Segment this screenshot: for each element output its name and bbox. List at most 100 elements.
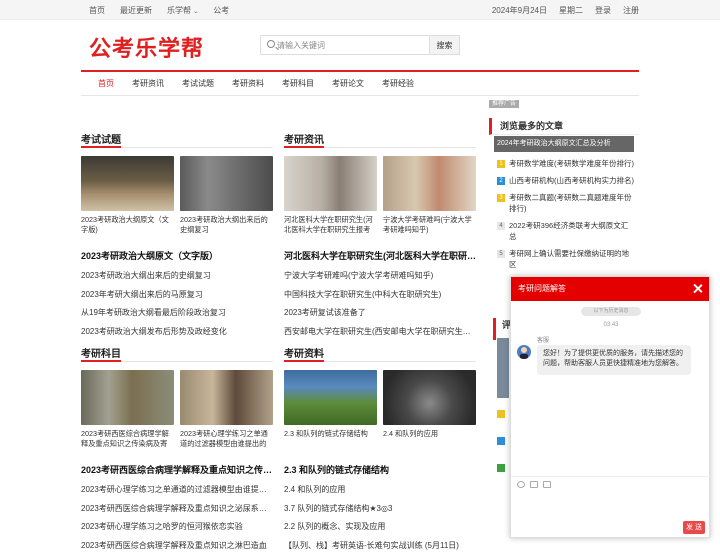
- nav-news[interactable]: 考研资讯: [123, 72, 173, 95]
- weekday-text: 星期二: [559, 5, 583, 16]
- lead-article[interactable]: 2023考研西医综合病理学解释及重点知识之传染病及寄: [81, 463, 273, 476]
- lead-article[interactable]: 河北医科大学在职研究生(河北医科大学在职研究生报考: [284, 249, 476, 262]
- history-link[interactable]: 以下为历史消息: [581, 307, 641, 316]
- list-item[interactable]: 2023考研政治大纲发布后形势及政经变化: [81, 323, 273, 342]
- site-logo[interactable]: 公考乐学帮: [89, 31, 204, 63]
- article-card[interactable]: 2.3 和队列的链式存储结构: [284, 370, 377, 449]
- nav-materials[interactable]: 考研资料: [223, 72, 273, 95]
- article-thumbnail[interactable]: [284, 156, 377, 211]
- chat-timestamp: 03:43: [511, 322, 711, 328]
- sidebar-item-label: 考研数学难度(考研数学难度年份排行): [509, 158, 634, 169]
- article-caption[interactable]: 宁波大学考研难吗(宁波大学考研难吗知乎): [383, 215, 476, 235]
- list-item[interactable]: 2023考研西医综合病理学解释及重点知识之泌尿系统疾病: [81, 500, 273, 519]
- article-thumbnail[interactable]: [383, 370, 476, 425]
- list-item[interactable]: 3.7 队列的链式存储结构★3◎3: [284, 500, 476, 519]
- nav-home[interactable]: 首页: [89, 72, 123, 95]
- list-item[interactable]: 2023考研西医综合病理学解释及重点知识之淋巴造血: [81, 537, 273, 555]
- article-card[interactable]: 2023考研西医综合病理学解释及重点知识之传染病及寄: [81, 370, 174, 449]
- list-item[interactable]: 2.4 和队列的应用: [284, 481, 476, 500]
- nav-subjects[interactable]: 考研科目: [273, 72, 323, 95]
- date-text: 2024年9月24日: [492, 5, 547, 16]
- main-nav: 首页 考研资讯 考试试题 考研资料 考研科目 考研论文 考研经验: [81, 70, 639, 96]
- topbar-link-recent[interactable]: 最近更新: [120, 5, 152, 16]
- section-title[interactable]: 考研资讯: [284, 129, 476, 148]
- list-item[interactable]: 西安邮电大学在职研究生(西安邮电大学在职研究生报考: [284, 323, 476, 342]
- list-item[interactable]: 2023考研政治大纲出来后的史纲复习: [81, 267, 273, 286]
- lead-article[interactable]: 2023考研政治大纲原文（文字版）: [81, 249, 273, 262]
- rank-badge: 5: [497, 250, 505, 258]
- sidebar-item[interactable]: 3考研数二真题(考研数二真题难度年份排行): [497, 192, 639, 214]
- article-caption[interactable]: 2023考研政治大纲出来后的史纲复习: [180, 215, 273, 235]
- list-item[interactable]: 2023年考研大纲出来后的马原复习: [81, 286, 273, 305]
- section-title[interactable]: 考研资料: [284, 343, 476, 362]
- article-thumbnail[interactable]: [81, 156, 174, 211]
- article-thumbnail[interactable]: [180, 156, 273, 211]
- article-thumbnail[interactable]: [81, 370, 174, 425]
- rank-badge: [497, 410, 505, 418]
- emoji-icon[interactable]: [517, 481, 525, 488]
- article-thumbnail[interactable]: [284, 370, 377, 425]
- avatar: [517, 345, 531, 359]
- sidebar-item-label: 山西考研机构(山西考研机构实力排名): [509, 175, 634, 186]
- article-caption[interactable]: 2.4 和队列的应用: [383, 429, 476, 449]
- nav-exams[interactable]: 考试试题: [173, 72, 223, 95]
- list-item[interactable]: 【队列、栈】考研英语-长难句实战训练 (5月11日): [284, 537, 476, 555]
- sidebar-item-label: 考研数二真题(考研数二真题难度年份排行): [509, 192, 634, 214]
- article-card[interactable]: 2.4 和队列的应用: [383, 370, 476, 449]
- close-icon[interactable]: [693, 283, 703, 293]
- sidebar-item[interactable]: 2山西考研机构(山西考研机构实力排名): [497, 175, 639, 186]
- article-card[interactable]: 2023考研政治大纲出来后的史纲复习: [180, 156, 273, 235]
- article-thumbnail[interactable]: [180, 370, 273, 425]
- image-icon[interactable]: [530, 481, 538, 488]
- search-input[interactable]: [277, 38, 427, 52]
- topbar-link-gongkao[interactable]: 公考: [213, 5, 229, 16]
- chevron-down-icon: ⌄: [193, 9, 198, 15]
- section-title[interactable]: 考研科目: [81, 343, 273, 362]
- list-item[interactable]: 从19年考研政治大纲看最后阶段政治复习: [81, 304, 273, 323]
- article-card[interactable]: 宁波大学考研难吗(宁波大学考研难吗知乎): [383, 156, 476, 235]
- rank-badge: 4: [497, 222, 505, 230]
- send-button[interactable]: 发 送: [683, 521, 705, 534]
- article-caption[interactable]: 2023考研心理学练习之单通道的过滤器模型由谁提出的: [180, 429, 273, 449]
- topbar-link-home[interactable]: 首页: [89, 5, 105, 16]
- search-button[interactable]: 搜索: [430, 35, 460, 55]
- sidebar-item[interactable]: 42022考研396经济类联考大纲原文汇总: [497, 220, 639, 242]
- list-item[interactable]: 2023考研复试该准备了: [284, 304, 476, 323]
- sidebar-item-label: 考研网上确认需要社保缴纳证明的地区: [509, 248, 634, 270]
- list-item[interactable]: 2.2 队列的概念、实现及应用: [284, 518, 476, 537]
- nav-experience[interactable]: 考研经验: [373, 72, 423, 95]
- sidebar-popular: 浏览最多的文章 2024年考研政治大纲原文汇总及分析 1考研数学难度(考研数学难…: [489, 118, 639, 270]
- sidebar-item[interactable]: 5 考研网上确认需要社保缴纳证明的地区: [497, 248, 639, 270]
- section-title[interactable]: 考试试题: [81, 129, 273, 148]
- chat-widget: 考研问题解答 以下为历史消息 03:43 客服 您好！为了提供更优质的服务，请先…: [510, 276, 710, 538]
- register-link[interactable]: 注册: [623, 5, 639, 16]
- nav-papers[interactable]: 考研论文: [323, 72, 373, 95]
- article-card[interactable]: 2023考研心理学练习之单通道的过滤器模型由谁提出的: [180, 370, 273, 449]
- login-link[interactable]: 登录: [595, 5, 611, 16]
- article-caption[interactable]: 2.3 和队列的链式存储结构: [284, 429, 377, 449]
- article-card[interactable]: 河北医科大学在职研究生(河北医科大学在职研究生报考: [284, 156, 377, 235]
- section-exams: 考试试题 2023考研政治大纲原文（文字版) 2023考研政治大纲出来后的史纲复…: [81, 129, 273, 341]
- sidebar-item[interactable]: 1考研数学难度(考研数学难度年份排行): [497, 158, 639, 169]
- list-item[interactable]: 2023考研心理学练习之哈罗的恒河猴依恋实验: [81, 518, 273, 537]
- chat-title: 考研问题解答: [518, 284, 566, 293]
- rank-badge: [497, 464, 505, 472]
- list-item[interactable]: 中国科技大学在职研究生(中科大在职研究生): [284, 286, 476, 305]
- search-icon: [267, 40, 275, 48]
- sidebar-thumbnail[interactable]: [497, 338, 509, 398]
- folder-icon[interactable]: [543, 481, 551, 488]
- article-caption[interactable]: 河北医科大学在职研究生(河北医科大学在职研究生报考: [284, 215, 377, 235]
- list-item[interactable]: 宁波大学考研难吗(宁波大学考研难吗知乎): [284, 267, 476, 286]
- list-item[interactable]: 2023考研心理学练习之单通道的过滤器模型由谁提出的: [81, 481, 273, 500]
- agent-name: 客服: [537, 335, 549, 344]
- lead-article[interactable]: 2.3 和队列的链式存储结构: [284, 463, 476, 476]
- section-materials: 考研资料 2.3 和队列的链式存储结构 2.4 和队列的应用 2.3 和队列的链…: [284, 343, 476, 555]
- section-subjects: 考研科目 2023考研西医综合病理学解释及重点知识之传染病及寄 2023考研心理…: [81, 343, 273, 555]
- article-thumbnail[interactable]: [383, 156, 476, 211]
- article-caption[interactable]: 2023考研西医综合病理学解释及重点知识之传染病及寄: [81, 429, 174, 449]
- topbar-link-lexuebang[interactable]: 乐学帮 ⌄: [167, 5, 198, 16]
- sidebar-banner[interactable]: 2024年考研政治大纲原文汇总及分析: [494, 136, 634, 152]
- article-caption[interactable]: 2023考研政治大纲原文（文字版): [81, 215, 174, 235]
- article-card[interactable]: 2023考研政治大纲原文（文字版): [81, 156, 174, 235]
- section-news: 考研资讯 河北医科大学在职研究生(河北医科大学在职研究生报考 宁波大学考研难吗(…: [284, 129, 476, 341]
